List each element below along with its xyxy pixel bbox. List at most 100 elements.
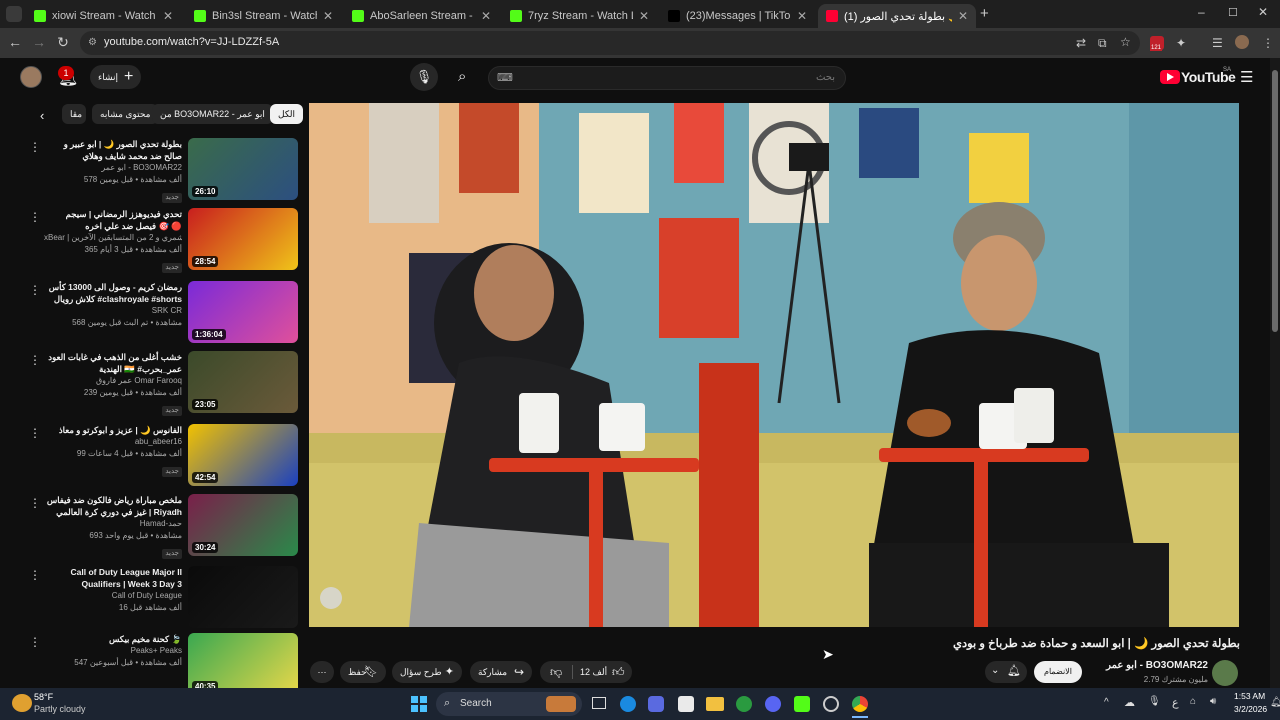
recommendation-channel[interactable]: SRK CR [44,305,182,317]
keyboard-language[interactable]: ع [1172,696,1179,709]
recommendation-item[interactable]: 23:05 خشب أغلى من الذهب في غابات العود ال… [28,351,300,419]
xbox-icon[interactable] [736,696,752,712]
cloud-icon[interactable]: ☁ [1124,696,1135,709]
tab-close-icon[interactable]: ✕ [797,9,807,23]
more-options-icon[interactable]: ⋮ [28,496,42,510]
chip-more[interactable]: مقا [62,104,86,124]
chip-related[interactable]: محتوى مشابه [92,104,159,124]
microphone-icon[interactable]: 🎙︎ [1148,696,1161,707]
recommendation-title[interactable]: بطولة تحدي الصور 🌙 | ابو عبير و صالح ضد … [44,138,182,162]
taskbar-search[interactable]: ⌕ Search [436,692,582,716]
recommendation-thumbnail[interactable] [188,566,298,628]
create-button[interactable]: إنشاء + [90,65,142,89]
windows-start-icon[interactable] [411,696,427,712]
recommendation-title[interactable]: خشب أغلى من الذهب في غابات العود الهندية… [44,351,182,375]
reload-icon[interactable]: ↻ [54,34,72,51]
tab-close-icon[interactable]: ✕ [163,9,173,23]
back-icon[interactable]: ← [6,34,24,50]
youtube-logo-icon[interactable] [1160,70,1180,84]
channel-name[interactable]: ابو عمر - BO3OMAR22 [1106,660,1208,671]
recommendation-thumbnail[interactable]: 26:10 [188,138,298,200]
minimize-button[interactable]: – [1198,5,1205,19]
share-button[interactable]: مشاركة ↪ [470,661,532,683]
file-explorer-icon[interactable] [706,697,724,711]
search-input[interactable]: ⌨ بحث [488,66,846,90]
recommendation-channel[interactable]: ابو عمر - BO3OMAR22 [44,162,182,174]
more-options-icon[interactable]: ⋮ [28,140,42,154]
weather-desc[interactable]: Partly cloudy [34,704,86,714]
join-button[interactable]: الانضمام [1034,661,1082,683]
recommendation-item[interactable]: 26:10 بطولة تحدي الصور 🌙 | ابو عبير و صال… [28,138,300,206]
chips-scroll-left-icon[interactable]: ‹ [40,108,44,123]
tab-close-icon[interactable]: ✕ [323,9,333,23]
search-icon[interactable]: ⌕ [458,68,466,85]
channel-avatar[interactable] [1212,660,1238,686]
user-avatar[interactable] [20,66,42,88]
install-icon[interactable]: ⧉ [1098,36,1107,51]
store-icon[interactable] [678,696,694,712]
recommendation-thumbnail[interactable]: 23:05 [188,351,298,413]
bookmark-star-icon[interactable]: ☆ [1120,35,1131,49]
maximize-button[interactable]: ☐ [1228,6,1238,19]
recommendation-item[interactable]: 1:36:04 رمضان كريم - وصول الى 13000 كأس ك… [28,281,300,349]
url-text[interactable]: youtube.com/watch?v=JJ-LDZZf-5A [104,36,279,48]
edge-icon[interactable] [620,696,636,712]
scrollbar-thumb[interactable] [1272,70,1278,332]
tab-close-icon[interactable]: ✕ [958,9,968,23]
browser-tab[interactable]: AboSarleen Stream - Watch Liv ✕ [344,4,499,28]
recommendation-title[interactable]: Call of Duty League Major II Qualifiers … [44,566,182,590]
browser-tab[interactable]: (1) بطولة تحدي الصور 🌙 ✕ [818,4,976,28]
discord-icon[interactable] [765,696,781,712]
page-scrollbar[interactable] [1270,58,1280,688]
kick-icon[interactable] [794,696,810,712]
more-options-icon[interactable]: ⋮ [28,353,42,367]
recommendation-thumbnail[interactable]: 40:35 [188,633,298,695]
browser-tab[interactable]: Bin3sl Stream - Watch Live on K ✕ [186,4,341,28]
browser-menu-icon[interactable] [6,6,22,22]
recommendation-thumbnail[interactable]: 1:36:04 [188,281,298,343]
save-button[interactable]: حفظ 🔖︎ [340,661,386,683]
ask-button[interactable]: طرح سؤال ✦ [392,661,462,683]
recommendation-item[interactable]: Call of Duty League Major II Qualifiers … [28,566,300,634]
recommendation-title[interactable]: الفانوس 🌙 | عزيز و ابوكرتو و معاذ [44,424,182,436]
more-options-icon[interactable]: ⋮ [28,568,42,582]
copilot-icon[interactable] [648,696,664,712]
network-icon[interactable]: ⌂ [1190,696,1196,707]
extensions-puzzle-icon[interactable]: ✦ [1176,36,1186,50]
recommendation-channel[interactable]: Call of Duty League [44,590,182,602]
browser-tab[interactable]: (23)Messages | TikTok ✕ [660,4,815,28]
dislike-icon[interactable]: 👎︎ [550,661,562,683]
recommendation-title[interactable]: ملخص مباراة رياض فالكون ضد فيفاس غيز في … [44,494,182,518]
video-player[interactable] [309,103,1239,627]
clock-date[interactable]: 3/2/2026 [1234,704,1267,714]
recommendation-title[interactable]: تحدي فيديوهزز الرمضاني | سيجم فيصل ضد عل… [44,208,182,232]
volume-icon[interactable]: 🔊︎ [1210,696,1216,707]
clock-time[interactable]: 1:53 AM [1234,691,1265,701]
more-actions-icon[interactable]: ⋯ [310,661,334,683]
subscribed-button[interactable]: ⌄ 🔔︎ [985,661,1027,683]
profile-avatar[interactable] [1235,35,1249,49]
recommendation-thumbnail[interactable]: 30:24 [188,494,298,556]
chip-from-channel[interactable]: من BO3OMAR22 - ابو عمر [152,104,273,124]
tray-overflow-icon[interactable]: ^ [1104,697,1109,708]
like-icon[interactable]: 👍︎ [612,661,625,683]
weather-icon[interactable] [12,694,32,712]
tab-close-icon[interactable]: ✕ [639,9,649,23]
more-options-icon[interactable]: ⋮ [28,283,42,297]
recommendation-thumbnail[interactable]: 28:54 [188,208,298,270]
browser-tab[interactable]: 7ryz Stream - Watch Live on Ki ✕ [502,4,657,28]
voice-search-icon[interactable]: 🎙︎ [410,63,438,91]
like-count[interactable]: 12 ألف [580,661,607,683]
more-options-icon[interactable]: ⋮ [28,426,42,440]
guide-menu-icon[interactable]: ☰ [1240,68,1253,86]
recommendation-channel[interactable]: Hamad-حمد [44,518,182,530]
chip-all[interactable]: الكل [270,104,304,124]
site-info-icon[interactable]: ⚙ [88,37,97,48]
omnibox[interactable]: ⚙ youtube.com/watch?v=JJ-LDZZf-5A ⇄ ⧉ ☆ [80,31,1140,55]
chrome-icon[interactable] [852,696,868,712]
translate-icon[interactable]: ⇄ [1076,36,1086,50]
recommendation-title[interactable]: كحنة مخيم بيكس 🍃 [44,633,182,645]
recommendation-item[interactable]: 42:54 الفانوس 🌙 | عزيز و ابوكرتو و معاذ ab… [28,424,300,492]
more-options-icon[interactable]: ⋮ [28,210,42,224]
recommendation-channel[interactable]: Peaks+ Peaks [44,645,182,657]
